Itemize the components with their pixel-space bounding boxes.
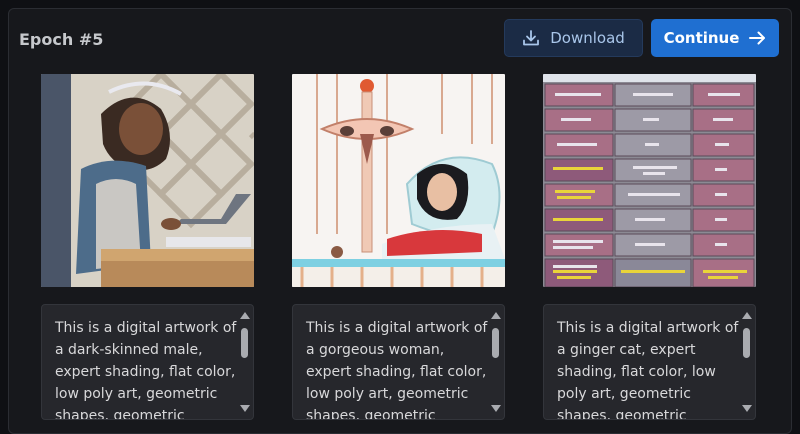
epoch-title: Epoch #5 xyxy=(19,30,104,49)
scroll-thumb[interactable] xyxy=(241,328,248,358)
sample-card-2: This is a digital artwork of a gorgeous … xyxy=(292,74,505,420)
scroll-thumb[interactable] xyxy=(492,328,499,358)
scroll-up-icon[interactable] xyxy=(240,312,250,319)
caption-textarea-1[interactable]: This is a digital artwork of a dark-skin… xyxy=(41,304,254,420)
sample-card-3: This is a digital artwork of a ginger ca… xyxy=(543,74,756,420)
download-label: Download xyxy=(550,29,625,47)
caption-scrollbar-1[interactable] xyxy=(239,310,250,414)
caption-scrollbar-3[interactable] xyxy=(741,310,752,414)
caption-text-3: This is a digital artwork of a ginger ca… xyxy=(557,320,739,420)
caption-scrollbar-2[interactable] xyxy=(490,310,501,414)
scroll-thumb[interactable] xyxy=(743,328,750,358)
scroll-down-icon[interactable] xyxy=(742,405,752,412)
epoch-panel: Epoch #5 Download Continue This is a dig… xyxy=(8,8,792,434)
scroll-down-icon[interactable] xyxy=(491,405,501,412)
download-icon xyxy=(522,29,540,47)
scroll-up-icon[interactable] xyxy=(742,312,752,319)
sample-image-3 xyxy=(543,74,756,287)
caption-textarea-2[interactable]: This is a digital artwork of a gorgeous … xyxy=(292,304,505,420)
scroll-down-icon[interactable] xyxy=(240,405,250,412)
continue-button[interactable]: Continue xyxy=(651,19,779,57)
sample-image-2 xyxy=(292,74,505,287)
download-button[interactable]: Download xyxy=(504,19,643,57)
scroll-up-icon[interactable] xyxy=(491,312,501,319)
caption-text-2: This is a digital artwork of a gorgeous … xyxy=(306,320,488,420)
sample-card-1: This is a digital artwork of a dark-skin… xyxy=(41,74,254,420)
arrow-right-icon xyxy=(749,31,766,45)
sample-image-1 xyxy=(41,74,254,287)
caption-textarea-3[interactable]: This is a digital artwork of a ginger ca… xyxy=(543,304,756,420)
continue-label: Continue xyxy=(663,29,740,47)
caption-text-1: This is a digital artwork of a dark-skin… xyxy=(55,320,237,420)
